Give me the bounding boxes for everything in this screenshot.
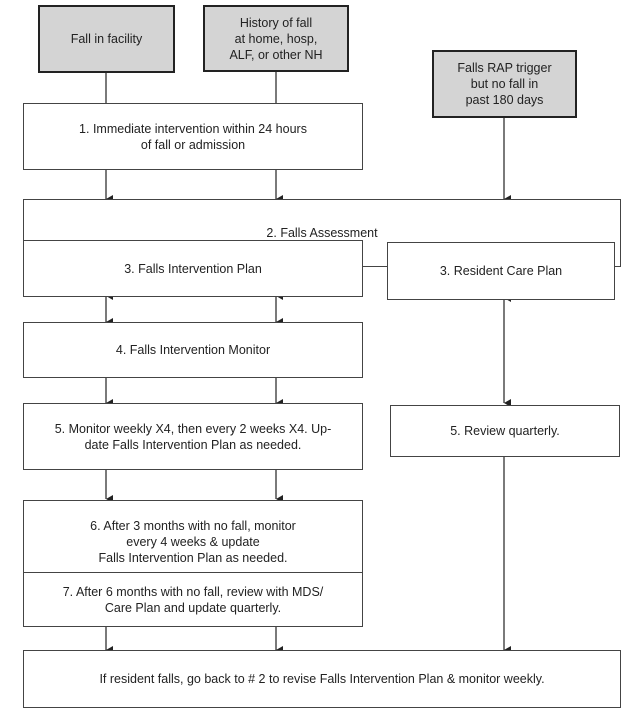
step-5-monitor-weekly: 5. Monitor weekly X4, then every 2 weeks… — [23, 403, 363, 470]
step-7-after-6-months: 7. After 6 months with no fall, review w… — [23, 572, 363, 627]
final-if-resident-falls: If resident falls, go back to # 2 to rev… — [23, 650, 621, 708]
step-5-review-quarterly: 5. Review quarterly. — [390, 405, 620, 457]
step-4-falls-intervention-monitor: 4. Falls Intervention Monitor — [23, 322, 363, 378]
step-3-falls-intervention-plan: 3. Falls Intervention Plan — [23, 240, 363, 297]
start-history-of-fall: History of fall at home, hosp, ALF, or o… — [203, 5, 349, 72]
step-6-after-3-months: 6. After 3 months with no fall, monitor … — [23, 500, 363, 583]
start-rap-trigger: Falls RAP trigger but no fall in past 18… — [432, 50, 577, 118]
step-1-immediate-intervention: 1. Immediate intervention within 24 hour… — [23, 103, 363, 170]
start-fall-in-facility: Fall in facility — [38, 5, 175, 73]
step-3-resident-care-plan: 3. Resident Care Plan — [387, 242, 615, 300]
